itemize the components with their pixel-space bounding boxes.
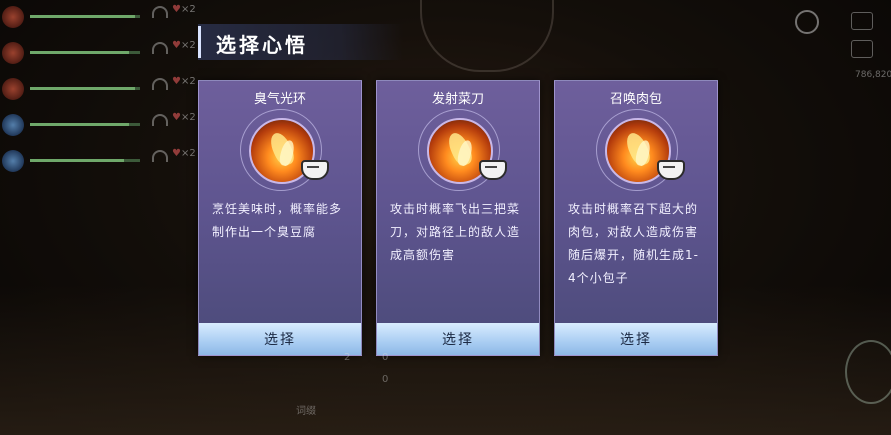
heart-count: ×2 — [180, 40, 196, 51]
heart-count: ×2 — [180, 76, 196, 87]
member-avatar — [2, 150, 24, 172]
cooking-pot-icon — [301, 160, 329, 180]
heart-count: ×2 — [180, 4, 196, 15]
stat-a-value: 2 — [344, 352, 351, 363]
card-description: 烹饪美味时，概率能多制作出一个臭豆腐 — [212, 202, 343, 239]
party-member[interactable]: ♥×2 — [0, 72, 200, 108]
cooking-pot-icon — [657, 160, 685, 180]
card-title: 臭气光环 — [253, 92, 306, 107]
card-emblem — [240, 109, 329, 191]
heart-icon: ♥×2 — [172, 76, 196, 87]
headset-icon[interactable] — [152, 114, 168, 126]
dialog-title-bar: 选择心悟 — [198, 24, 403, 60]
member-avatar — [2, 42, 24, 64]
card-title: 召唤肉包 — [609, 92, 662, 107]
menu-icon[interactable] — [851, 12, 873, 30]
member-hp-bar — [30, 51, 140, 54]
select-button[interactable]: 选择 — [555, 323, 717, 355]
card-emblem — [418, 109, 507, 191]
choice-card[interactable]: 发射菜刀 攻击时概率飞出三把菜刀，对路径上的敌人造成高额伤害 选择 — [376, 80, 540, 356]
member-avatar — [2, 6, 24, 28]
card-description: 攻击时概率飞出三把菜刀，对路径上的敌人造成高额伤害 — [390, 202, 521, 262]
heart-icon: ♥×2 — [172, 112, 196, 123]
heart-icon: ♥×2 — [172, 40, 196, 51]
choice-card[interactable]: 召唤肉包 攻击时概率召下超大的肉包，对敌人造成伤害随后爆开，随机生成1-4个小包… — [554, 80, 718, 356]
party-list: ♥×2 ♥×2 ♥×2 ♥×2 ♥×2 — [0, 0, 200, 180]
heart-icon: ♥×2 — [172, 148, 196, 159]
dialog-title: 选择心悟 — [216, 33, 308, 57]
member-hp-bar — [30, 159, 140, 162]
member-hp-bar — [30, 87, 140, 90]
headset-icon[interactable] — [152, 6, 168, 18]
member-avatar — [2, 78, 24, 100]
stat-c-value: 0 — [382, 374, 389, 385]
member-hp-bar — [30, 123, 140, 126]
party-member[interactable]: ♥×2 — [0, 0, 200, 36]
select-button[interactable]: 选择 — [377, 323, 539, 355]
party-member[interactable]: ♥×2 — [0, 144, 200, 180]
headset-icon[interactable] — [152, 42, 168, 54]
pie-chart-icon[interactable] — [795, 10, 819, 34]
heart-count: ×2 — [180, 148, 196, 159]
stat-b-value: 0 — [382, 352, 389, 363]
party-member[interactable]: ♥×2 — [0, 108, 200, 144]
skill-button[interactable] — [845, 340, 891, 404]
coordinate-readout: 786,820 — [855, 70, 891, 80]
select-button[interactable]: 选择 — [199, 323, 361, 355]
headset-icon[interactable] — [152, 78, 168, 90]
cooking-pot-icon — [479, 160, 507, 180]
heart-count: ×2 — [180, 112, 196, 123]
ingredient-label: 词缀 — [296, 406, 316, 417]
member-hp-bar — [30, 15, 140, 18]
heart-icon: ♥×2 — [172, 4, 196, 15]
card-title: 发射菜刀 — [431, 92, 484, 107]
member-avatar — [2, 114, 24, 136]
headset-icon[interactable] — [152, 150, 168, 162]
party-member[interactable]: ♥×2 — [0, 36, 200, 72]
card-emblem — [596, 109, 685, 191]
choice-card[interactable]: 臭气光环 烹饪美味时，概率能多制作出一个臭豆腐 选择 — [198, 80, 362, 356]
map-icon[interactable] — [851, 40, 873, 58]
card-description: 攻击时概率召下超大的肉包，对敌人造成伤害随后爆开，随机生成1-4个小包子 — [568, 202, 699, 285]
